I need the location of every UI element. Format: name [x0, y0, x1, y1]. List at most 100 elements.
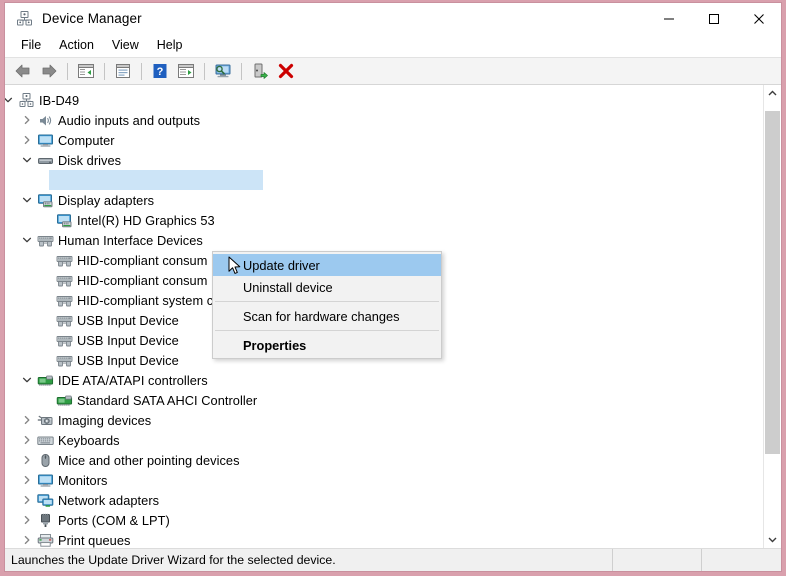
back-icon[interactable]: [10, 60, 35, 82]
chevron-right-icon[interactable]: [18, 515, 35, 525]
chevron-right-icon[interactable]: [18, 535, 35, 545]
tree-item-label: HID-compliant consum: [77, 252, 208, 268]
tree-item[interactable]: Network adapters: [5, 490, 763, 510]
chevron-right-icon[interactable]: [18, 495, 35, 505]
tree-item-label: Network adapters: [58, 492, 160, 508]
scan-hardware-changes-icon[interactable]: [210, 60, 235, 82]
monitor-icon: [35, 472, 55, 488]
ide-controller-icon: [35, 372, 55, 388]
status-message-cell: Launches the Update Driver Wizard for th…: [5, 549, 613, 571]
close-button[interactable]: [736, 3, 781, 34]
tree-item[interactable]: Computer: [5, 130, 763, 150]
chevron-down-icon[interactable]: [5, 95, 16, 105]
svg-text:?: ?: [156, 66, 163, 78]
chevron-right-icon[interactable]: [18, 435, 35, 445]
tree-item-label: Imaging devices: [58, 412, 152, 428]
scrollbar-thumb[interactable]: [765, 110, 780, 454]
tree-item[interactable]: IB-D49: [5, 90, 763, 110]
window-controls: [646, 3, 781, 34]
toolbar-separator: [104, 62, 105, 80]
chevron-right-icon[interactable]: [18, 475, 35, 485]
help-icon[interactable]: ?: [147, 60, 172, 82]
device-manager-window: Device Manager File Action View Help ? I…: [4, 2, 782, 572]
tree-item[interactable]: Display adapters: [5, 190, 763, 210]
imaging-icon: [35, 412, 55, 428]
tree-item-label: USB Input Device: [77, 352, 179, 368]
tree-item-label: Display adapters: [58, 192, 155, 208]
hid-icon: [35, 232, 55, 248]
tree-item[interactable]: Ports (COM & LPT): [5, 510, 763, 530]
menu-view[interactable]: View: [103, 36, 148, 55]
properties-icon[interactable]: [110, 60, 135, 82]
tree-item-label: HID-compliant consum: [77, 272, 208, 288]
tree-item-label: IDE ATA/ATAPI controllers: [58, 372, 208, 388]
chevron-right-icon[interactable]: [18, 455, 35, 465]
scrollbar-track[interactable]: [764, 102, 781, 531]
scroll-up-arrow-icon[interactable]: [764, 85, 781, 102]
tree-item[interactable]: Human Interface Devices: [5, 230, 763, 250]
tree-item[interactable]: Imaging devices: [5, 410, 763, 430]
chevron-down-icon[interactable]: [18, 155, 35, 165]
tree-item[interactable]: Disk drives: [5, 150, 763, 170]
tree-item[interactable]: Standard SATA AHCI Controller: [5, 390, 763, 410]
network-icon: [35, 492, 55, 508]
toolbar-separator: [141, 62, 142, 80]
chevron-right-icon[interactable]: [18, 415, 35, 425]
maximize-button[interactable]: [691, 3, 736, 34]
minimize-button[interactable]: [646, 3, 691, 34]
show-hide-console-tree-icon[interactable]: [73, 60, 98, 82]
status-bar: Launches the Update Driver Wizard for th…: [5, 548, 781, 571]
menu-bar: File Action View Help: [5, 34, 781, 58]
tree-item-label: USB Input Device: [77, 312, 179, 328]
chevron-right-icon[interactable]: [18, 115, 35, 125]
tree-item-label: Intel(R) HD Graphics 53: [77, 212, 215, 228]
vertical-scrollbar[interactable]: [763, 85, 781, 548]
tree-item[interactable]: Monitors: [5, 470, 763, 490]
context-menu-separator: [215, 301, 439, 302]
forward-icon[interactable]: [36, 60, 61, 82]
context-menu-item-properties[interactable]: Properties: [213, 334, 441, 356]
context-menu[interactable]: Update driver Uninstall device Scan for ha…: [212, 251, 442, 359]
tree-item[interactable]: Print queues: [5, 530, 763, 548]
chevron-right-icon[interactable]: [18, 135, 35, 145]
context-menu-item-uninstall-device[interactable]: Uninstall device: [213, 276, 441, 298]
tree-item-label: Monitors: [58, 472, 108, 488]
display-adapter-icon: [54, 212, 74, 228]
audio-icon: [35, 112, 55, 128]
content-area: IB-D49 Audio inputs and outputs Computer Di…: [5, 85, 781, 548]
tree-item[interactable]: Audio inputs and outputs: [5, 110, 763, 130]
keyboard-icon: [35, 432, 55, 448]
toolbar-separator: [67, 62, 68, 80]
scroll-down-arrow-icon[interactable]: [764, 531, 781, 548]
hid-icon: [54, 272, 74, 288]
uninstall-device-icon[interactable]: [273, 60, 298, 82]
tree-item-label: Ports (COM & LPT): [58, 512, 170, 528]
update-driver-icon[interactable]: [173, 60, 198, 82]
context-menu-item-update-driver[interactable]: Update driver: [213, 254, 441, 276]
tree-item-label: Disk drives: [58, 152, 122, 168]
enable-device-icon[interactable]: [247, 60, 272, 82]
tree-item[interactable]: Mice and other pointing devices: [5, 450, 763, 470]
menu-action[interactable]: Action: [50, 36, 103, 55]
tree-item-label: Keyboards: [58, 432, 120, 448]
tree-item[interactable]: WDC WD10EZEX-00MFCA0: [5, 170, 763, 190]
chevron-down-icon[interactable]: [18, 375, 35, 385]
mouse-icon: [35, 452, 55, 468]
tree-item[interactable]: Intel(R) HD Graphics 53: [5, 210, 763, 230]
chevron-down-icon[interactable]: [18, 235, 35, 245]
menu-file[interactable]: File: [12, 36, 50, 55]
context-menu-item-scan-for-hardware-changes[interactable]: Scan for hardware changes: [213, 305, 441, 327]
status-cell-3: [702, 549, 781, 571]
tree-item-label: Human Interface Devices: [58, 232, 203, 248]
tree-item-label: Computer: [58, 132, 115, 148]
menu-help[interactable]: Help: [148, 36, 192, 55]
monitor-icon: [35, 132, 55, 148]
chevron-down-icon[interactable]: [18, 195, 35, 205]
tree-item[interactable]: Keyboards: [5, 430, 763, 450]
disk-icon: [35, 152, 55, 168]
tree-item[interactable]: IDE ATA/ATAPI controllers: [5, 370, 763, 390]
selection-highlight: [49, 170, 263, 190]
tree-item-label: Audio inputs and outputs: [58, 112, 201, 128]
toolbar-separator: [241, 62, 242, 80]
toolbar-separator: [204, 62, 205, 80]
